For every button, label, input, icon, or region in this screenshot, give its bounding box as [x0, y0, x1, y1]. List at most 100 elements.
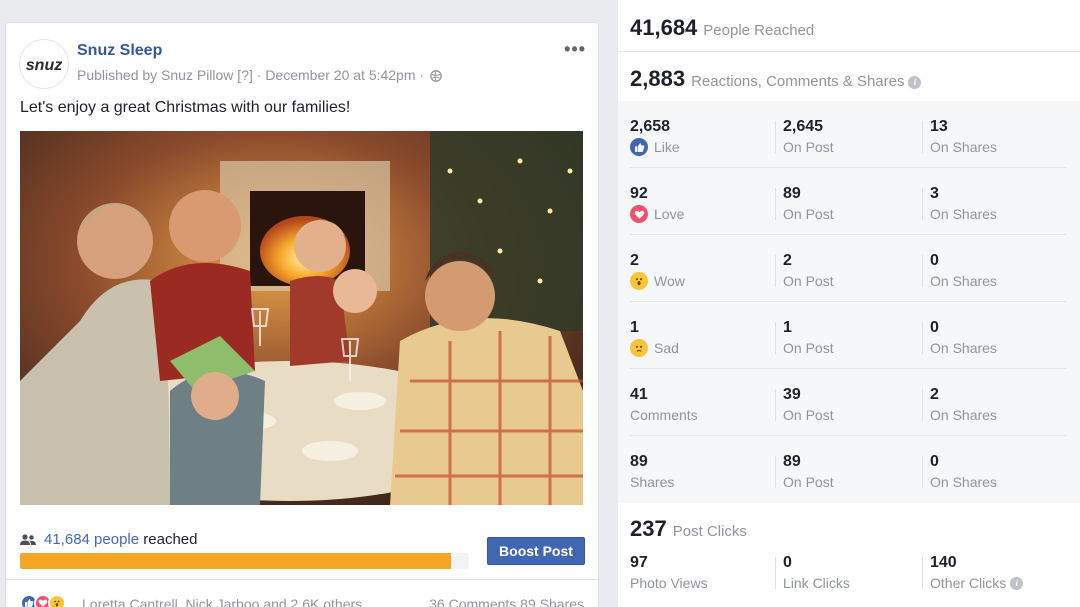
on-shares-number: 2: [930, 386, 939, 403]
reach-text: 41,684 people reached: [20, 531, 197, 550]
total-label-row: Comments: [630, 405, 698, 425]
info-icon[interactable]: i: [1010, 576, 1024, 590]
divider: [775, 322, 776, 354]
total-number: 2,658: [630, 118, 671, 135]
divider: [775, 557, 776, 589]
divider: [618, 51, 1080, 52]
page-name[interactable]: Snuz Sleep: [77, 42, 162, 60]
divider: [775, 255, 776, 287]
on-post-cell: 2 On Post: [783, 251, 834, 291]
on-post-number: 2: [783, 252, 792, 269]
on-shares-label: On Shares: [930, 474, 997, 490]
total-number: 41: [630, 386, 648, 403]
on-shares-cell: 0 On Shares: [930, 251, 997, 291]
on-post-number: 2,645: [783, 118, 824, 135]
divider: [775, 456, 776, 488]
reaction-summary-icons[interactable]: [20, 594, 66, 607]
info-icon[interactable]: i: [908, 75, 922, 89]
on-post-cell: 89 On Post: [783, 452, 834, 492]
reach-progress-fill: [20, 553, 452, 569]
on-shares-label: On Shares: [930, 206, 997, 222]
post-card: snuz Snuz Sleep Published by Snuz Pillow…: [5, 22, 600, 607]
boost-post-button[interactable]: Boost Post: [487, 537, 585, 565]
on-post-label: On Post: [783, 206, 834, 222]
on-shares-number: 3: [930, 185, 939, 202]
post-clicks-breakdown: 97 Photo Views 0 Link Clicks 140 Other C…: [630, 553, 1066, 595]
post-photo[interactable]: [20, 131, 583, 505]
divider: [922, 389, 923, 421]
post-message: Let's enjoy a great Christmas with our f…: [20, 99, 351, 116]
on-post-number: 1: [783, 319, 792, 336]
total-number: 2: [630, 252, 639, 269]
divider: [922, 456, 923, 488]
people-reached-number: 41,684: [630, 15, 698, 40]
post-footer: Loretta Cantrell, Nick Jarboo and 2.6K o…: [20, 592, 584, 607]
total-label-row: Sad: [630, 338, 679, 358]
on-post-label: On Post: [783, 407, 834, 423]
on-shares-label: On Shares: [930, 407, 997, 423]
other-clicks-cell: 140 Other Clicks i: [930, 553, 1024, 593]
total-cell: 41 Comments: [630, 385, 698, 425]
engagement-row: 41 Comments 39 On Post 2 On Shares: [630, 369, 1066, 436]
on-shares-cell: 3 On Shares: [930, 184, 997, 224]
comments-shares-count[interactable]: 36 Comments 89 Shares: [429, 596, 584, 607]
divider: [922, 255, 923, 287]
engagement-stat: 2,883 Reactions, Comments & Shares i: [630, 66, 922, 92]
on-shares-cell: 0 On Shares: [930, 318, 997, 358]
post-clicks-number: 237: [630, 516, 667, 541]
snuz-logo-text: snuz: [26, 57, 62, 74]
post-clicks-label: Post Clicks: [672, 523, 747, 540]
engagement-breakdown: 2,658 Like 2,645 On Post 13 On Shares 92 Love 89…: [618, 101, 1080, 503]
on-shares-number: 13: [930, 118, 948, 135]
like-icon: [630, 138, 648, 156]
divider: [922, 121, 923, 153]
total-label-row: Love: [630, 204, 684, 224]
link-clicks-cell: 0 Link Clicks: [783, 553, 850, 593]
on-post-label: On Post: [783, 340, 834, 356]
total-cell: 89 Shares: [630, 452, 674, 492]
more-options-icon[interactable]: •••: [564, 39, 586, 60]
post-meta: Published by Snuz Pillow [?] · December …: [77, 67, 442, 85]
wow-icon: [48, 594, 66, 607]
post-insights-panel: 41,684 People Reached 2,883 Reactions, Com…: [618, 0, 1080, 607]
total-cell: 92 Love: [630, 184, 684, 224]
on-shares-label: On Shares: [930, 139, 997, 155]
engagement-row: 2 Wow 2 On Post 0 On Shares: [630, 235, 1066, 302]
published-by: Published by Snuz Pillow [?] · December …: [77, 67, 425, 83]
total-number: 92: [630, 185, 648, 202]
family-dinner-illustration: [20, 131, 583, 505]
reach-count-link[interactable]: 41,684 people: [44, 531, 139, 548]
sad-icon: [630, 339, 648, 357]
on-shares-label: On Shares: [930, 340, 997, 356]
photo-views-label: Photo Views: [630, 575, 708, 591]
engagement-row: 1 Sad 1 On Post 0 On Shares: [630, 302, 1066, 369]
total-label: Love: [654, 206, 685, 222]
other-clicks-number: 140: [930, 554, 957, 571]
on-shares-number: 0: [930, 252, 939, 269]
people-reached-stat: 41,684 People Reached: [630, 15, 814, 41]
love-icon: [630, 205, 648, 223]
reach-suffix: reached: [139, 531, 198, 548]
people-reached-label: People Reached: [703, 22, 815, 39]
on-shares-label: On Shares: [930, 273, 997, 289]
post-header: snuz Snuz Sleep Published by Snuz Pillow…: [19, 39, 586, 89]
reactor-names[interactable]: Loretta Cantrell, Nick Jarboo and 2.6K o…: [82, 596, 362, 607]
other-clicks-text: Other Clicks: [930, 575, 1007, 591]
on-post-number: 89: [783, 185, 801, 202]
total-label-row: Like: [630, 137, 680, 157]
divider: [6, 579, 600, 580]
total-label-row: Wow: [630, 271, 685, 291]
photo-views-cell: 97 Photo Views: [630, 553, 708, 593]
on-post-label: On Post: [783, 273, 834, 289]
total-number: 1: [630, 319, 639, 336]
engagement-number: 2,883: [630, 66, 686, 91]
on-shares-cell: 13 On Shares: [930, 117, 997, 157]
engagement-row: 89 Shares 89 On Post 0 On Shares: [630, 436, 1066, 503]
engagement-label: Reactions, Comments & Shares: [691, 73, 905, 90]
other-clicks-label: Other Clicks i: [930, 573, 1024, 593]
total-label: Like: [654, 139, 680, 155]
page-avatar[interactable]: snuz: [19, 39, 69, 89]
total-cell: 2 Wow: [630, 251, 685, 291]
divider: [775, 188, 776, 220]
people-icon: [20, 533, 36, 550]
